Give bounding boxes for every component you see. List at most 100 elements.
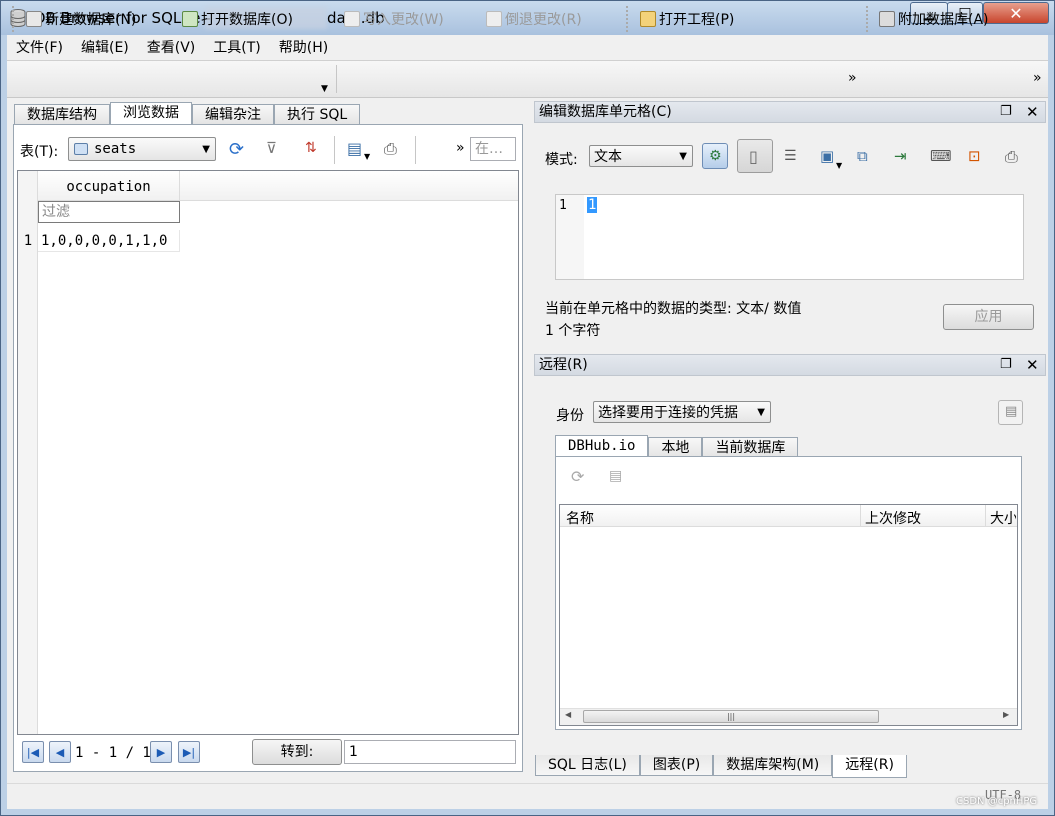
editor-content[interactable]: 1 [587, 197, 598, 213]
revert-changes-label: 倒退更改(R) [505, 12, 582, 28]
tab-execute-sql[interactable]: 执行 SQL [274, 104, 361, 125]
tab-current-database[interactable]: 当前数据库 [702, 437, 799, 458]
tab-browse-data[interactable]: 浏览数据 [110, 102, 192, 125]
mode-select[interactable]: 文本 ▼ [589, 145, 693, 167]
filter-separator-2 [415, 136, 416, 164]
auto-switch-mode-button[interactable]: ⚙ [702, 143, 728, 169]
dock-float-icon[interactable]: ❐ [1000, 104, 1012, 119]
filter-overflow-icon[interactable]: » [456, 140, 465, 156]
evaluate-icon[interactable]: ⌨ [930, 147, 952, 165]
apply-button[interactable]: 应用 [943, 304, 1034, 330]
tab-sql-log[interactable]: SQL 日志(L) [535, 755, 640, 776]
menu-help[interactable]: 帮助(H) [270, 37, 337, 59]
column-header-last-modified[interactable]: 上次修改 [865, 508, 921, 528]
tab-edit-pragmas[interactable]: 编辑杂注 [192, 104, 274, 125]
next-page-button[interactable]: ▶ [150, 741, 172, 763]
word-wrap-toggle[interactable]: ▯ [737, 139, 773, 173]
main-toolbar [7, 60, 1048, 98]
tab-local[interactable]: 本地 [648, 437, 703, 458]
column-header-empty [180, 171, 518, 201]
import-dropdown-icon[interactable]: ▼ [836, 161, 842, 170]
write-changes-button[interactable]: 写入更改(W) [344, 9, 444, 29]
table-icon [74, 143, 88, 155]
new-database-button[interactable]: 新建数据库(N) [26, 9, 136, 29]
first-page-button[interactable]: |◀ [22, 741, 44, 763]
open-project-button[interactable]: 打开工程(P) [640, 9, 734, 29]
chevron-down-icon: ▼ [757, 406, 765, 418]
column-header-size[interactable]: 大小 [990, 508, 1016, 528]
gear-icon: ⚙ [709, 148, 722, 164]
print-cell-icon[interactable]: ⎙ [1005, 147, 1018, 167]
row-number[interactable]: 1 [18, 230, 38, 252]
print-icon[interactable]: ⎙ [384, 139, 397, 159]
remote-dock-float-icon[interactable]: ❐ [1000, 357, 1012, 372]
bottom-tab-bar: SQL 日志(L) 图表(P) 数据库架构(M) 远程(R) [535, 755, 907, 778]
identity-settings-button[interactable]: ▤ [998, 400, 1023, 425]
menu-bar: 文件(F) 编辑(E) 查看(V) 工具(T) 帮助(H) [7, 36, 1048, 60]
export-icon[interactable]: ⧉ [857, 147, 868, 165]
main-tab-bar: 数据库结构 浏览数据 编辑杂注 执行 SQL [14, 102, 361, 125]
mode-label: 模式: [545, 152, 578, 168]
toolbar-overflow-icon[interactable]: » [848, 70, 857, 86]
identity-label: 身份 [556, 408, 584, 424]
column-filter-input[interactable]: 过滤 [38, 201, 180, 223]
set-null-icon[interactable]: ⇥ [894, 147, 907, 165]
insert-record-icon[interactable]: ▤ [347, 139, 362, 158]
menu-file[interactable]: 文件(F) [7, 37, 72, 59]
editor-selected-text: 1 [587, 197, 598, 213]
remote-clone-icon[interactable]: ▤ [609, 468, 622, 484]
tab-db-schema[interactable]: 数据库架构(M) [713, 755, 833, 776]
pager-text: 1 - 1 / 1 [75, 745, 151, 761]
dock-close-icon[interactable]: ✕ [1026, 103, 1039, 121]
toolbar-grip[interactable] [626, 6, 629, 32]
revert-changes-icon [486, 11, 502, 27]
close-window-button[interactable]: ✕ [983, 2, 1049, 24]
clear-cell-icon[interactable]: ⊡ [968, 147, 981, 165]
table-select[interactable]: seats ▼ [68, 137, 216, 161]
import-icon[interactable]: ▣ [820, 147, 834, 165]
clear-filters-icon[interactable]: ⊽ [266, 139, 277, 157]
table-cell-occupation[interactable]: 1,0,0,0,0,1,1,0 [38, 230, 180, 252]
open-database-dropdown-icon[interactable]: ▼ [321, 84, 328, 94]
attach-database-button[interactable]: 附加数据库(A) [879, 9, 989, 29]
open-database-button[interactable]: 打开数据库(O) [182, 9, 293, 29]
column-header-name[interactable]: 名称 [566, 508, 594, 528]
goto-row-input[interactable]: 1 [344, 740, 516, 764]
revert-changes-button[interactable]: 倒退更改(R) [486, 9, 582, 29]
toolbar-grip[interactable] [12, 6, 15, 32]
indent-icon[interactable]: ☰ [784, 148, 797, 164]
column-header-occupation[interactable]: occupation [38, 171, 180, 201]
remote-refresh-icon[interactable]: ⟳ [571, 467, 584, 486]
cell-editor[interactable] [555, 194, 1024, 280]
toolbar-grip[interactable] [866, 6, 869, 32]
global-filter-input[interactable]: 在… [470, 137, 516, 161]
remote-dock-close-icon[interactable]: ✕ [1026, 356, 1039, 374]
tab-remote[interactable]: 远程(R) [832, 755, 907, 778]
toolbar-separator [336, 65, 337, 93]
open-project-label: 打开工程(P) [659, 12, 735, 28]
menu-tools[interactable]: 工具(T) [204, 37, 269, 59]
remote-file-list[interactable] [559, 504, 1018, 726]
previous-page-button[interactable]: ◀ [49, 741, 71, 763]
attach-database-icon [879, 11, 895, 27]
identity-select[interactable]: 选择要用于连接的凭据 ▼ [593, 401, 771, 423]
tab-dbhub[interactable]: DBHub.io [555, 435, 649, 458]
menu-view[interactable]: 查看(V) [138, 37, 205, 59]
scroll-right-icon[interactable]: ▶ [1003, 710, 1009, 719]
scroll-left-icon[interactable]: ◀ [565, 710, 571, 719]
edit-cell-dock-title: 编辑数据库单元格(C) [534, 101, 1046, 123]
cell-char-count: 1 个字符 [545, 323, 601, 339]
sort-clear-icon[interactable]: ⇅ [305, 140, 317, 156]
tab-database-structure[interactable]: 数据库结构 [14, 104, 110, 125]
watermark-text: CSDN @cpnHPG [956, 796, 1038, 807]
refresh-icon[interactable]: ⟳ [229, 139, 244, 160]
last-page-button[interactable]: ▶| [178, 741, 200, 763]
chevron-down-icon: ▼ [202, 143, 210, 155]
toolbar-overflow-icon-2[interactable]: » [1033, 70, 1042, 86]
menu-edit[interactable]: 编辑(E) [72, 37, 138, 59]
tab-plot[interactable]: 图表(P) [639, 755, 714, 776]
scrollbar-thumb[interactable]: ||| [583, 710, 879, 723]
goto-button[interactable]: 转到: [252, 739, 342, 765]
open-database-icon [182, 11, 198, 27]
insert-record-dropdown-icon[interactable]: ▼ [364, 152, 370, 161]
